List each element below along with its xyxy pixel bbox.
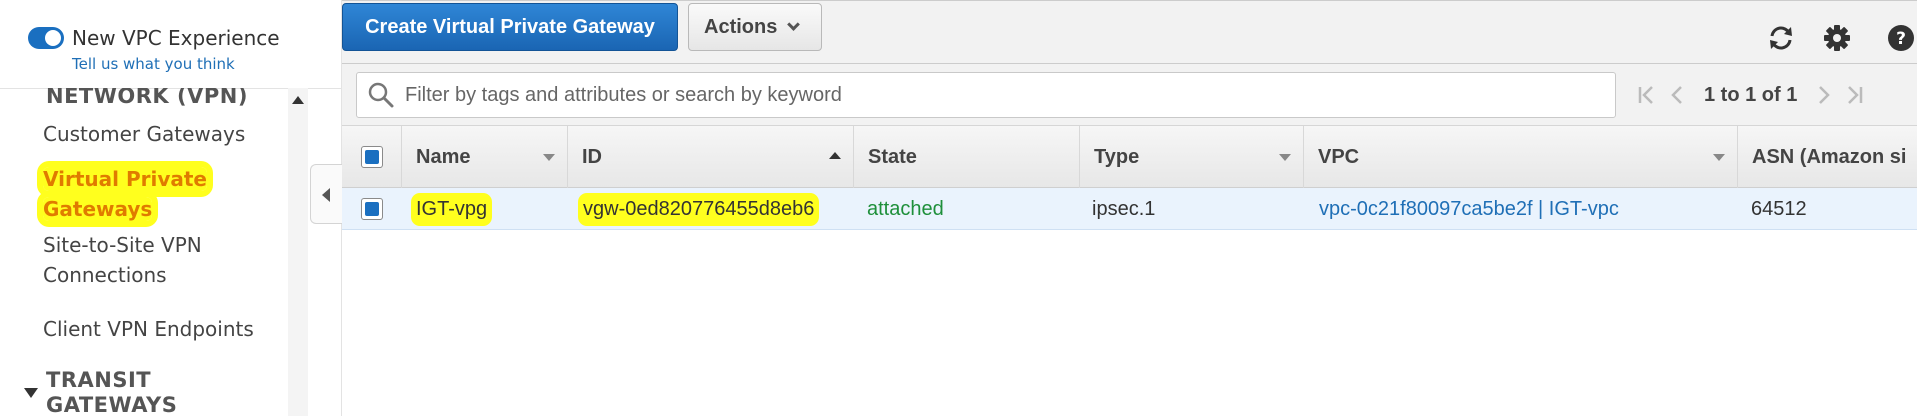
sidebar-scrollbar[interactable] bbox=[288, 88, 308, 416]
help-icon[interactable]: ? bbox=[1886, 23, 1916, 53]
row-select-cell bbox=[342, 188, 402, 230]
collapse-sidebar-button[interactable] bbox=[310, 164, 342, 224]
table-row[interactable]: IGT-vpg vgw-0ed820776455d8eb6 attached i… bbox=[342, 188, 1917, 230]
actions-label: Actions bbox=[704, 15, 778, 38]
vpc-experience-row: New VPC Experience bbox=[28, 26, 280, 50]
sidebar-item-label: Gateways bbox=[43, 197, 153, 221]
row-checkbox[interactable] bbox=[361, 198, 383, 220]
sidebar-nav: NETWORK (VPN) Customer Gateways Virtual … bbox=[0, 88, 288, 416]
column-label: Name bbox=[416, 145, 471, 168]
vpc-experience-label: New VPC Experience bbox=[72, 26, 280, 50]
search-icon bbox=[368, 82, 394, 108]
filter-row: 1 to 1 of 1 bbox=[342, 64, 1917, 126]
chevron-down-icon bbox=[787, 17, 801, 31]
main-content: Create Virtual Private Gateway Actions ? bbox=[342, 0, 1917, 416]
nav-section-transit[interactable]: TRANSIT GATEWAYS bbox=[46, 368, 177, 416]
scroll-up-icon[interactable] bbox=[292, 96, 304, 104]
sidebar-item-site-to-site-vpn[interactable]: Site-to-Site VPN Connections bbox=[43, 230, 268, 290]
column-header-id[interactable]: ID bbox=[568, 126, 854, 188]
sidebar: New VPC Experience Tell us what you thin… bbox=[0, 0, 342, 416]
toolbar: Create Virtual Private Gateway Actions ? bbox=[342, 0, 1917, 64]
cell-type: ipsec.1 bbox=[1092, 197, 1156, 220]
vpc-experience-toggle[interactable] bbox=[28, 27, 64, 49]
sidebar-item-label: Virtual Private bbox=[43, 167, 207, 191]
column-label: ASN (Amazon si bbox=[1752, 145, 1907, 168]
pagination-text: 1 to 1 of 1 bbox=[1704, 83, 1798, 106]
cell-asn: 64512 bbox=[1751, 197, 1807, 220]
select-all-cell bbox=[342, 126, 402, 188]
next-page-icon[interactable] bbox=[1809, 80, 1839, 110]
refresh-icon[interactable] bbox=[1766, 23, 1796, 53]
cell-id: vgw-0ed820776455d8eb6 bbox=[583, 188, 815, 230]
sort-icon bbox=[1279, 154, 1291, 161]
column-label: State bbox=[868, 145, 917, 168]
sidebar-item-label: Connections bbox=[43, 263, 167, 287]
svg-text:?: ? bbox=[1896, 29, 1906, 49]
first-page-icon[interactable] bbox=[1632, 80, 1662, 110]
search-box[interactable] bbox=[356, 72, 1616, 118]
gateway-name: IGT-vpg bbox=[416, 197, 488, 221]
search-input[interactable] bbox=[403, 82, 1583, 108]
column-header-state[interactable]: State bbox=[854, 126, 1080, 188]
feedback-link[interactable]: Tell us what you think bbox=[72, 55, 235, 73]
nav-section-transit-line2: GATEWAYS bbox=[46, 393, 178, 416]
pagination: 1 to 1 of 1 bbox=[1632, 78, 1869, 112]
column-header-asn[interactable]: ASN (Amazon si bbox=[1738, 126, 1917, 188]
actions-button[interactable]: Actions bbox=[688, 3, 822, 51]
column-header-vpc[interactable]: VPC bbox=[1304, 126, 1738, 188]
sidebar-item-client-vpn-endpoints[interactable]: Client VPN Endpoints bbox=[43, 314, 268, 344]
table-header: Name ID State Type VPC ASN (Amazon si bbox=[342, 126, 1917, 188]
previous-page-icon[interactable] bbox=[1662, 80, 1692, 110]
nav-section-transit-line1: TRANSIT bbox=[46, 368, 152, 392]
nav-section-vpn: NETWORK (VPN) bbox=[46, 88, 248, 108]
cell-name: IGT-vpg bbox=[416, 188, 488, 230]
sort-ascending-icon bbox=[829, 152, 841, 159]
gear-icon[interactable] bbox=[1822, 23, 1852, 53]
column-label: ID bbox=[582, 145, 602, 168]
vpc-link[interactable]: vpc-0c21f80097ca5be2f | IGT-vpc bbox=[1319, 188, 1619, 230]
sort-icon bbox=[543, 154, 555, 161]
last-page-icon[interactable] bbox=[1839, 80, 1869, 110]
column-label: Type bbox=[1094, 145, 1140, 168]
cell-state: attached bbox=[867, 197, 944, 220]
create-virtual-private-gateway-button[interactable]: Create Virtual Private Gateway bbox=[342, 3, 678, 51]
sidebar-item-customer-gateways[interactable]: Customer Gateways bbox=[43, 119, 268, 149]
select-all-checkbox[interactable] bbox=[360, 146, 383, 168]
column-header-type[interactable]: Type bbox=[1080, 126, 1304, 188]
sort-icon bbox=[1713, 154, 1725, 161]
column-label: VPC bbox=[1318, 145, 1360, 168]
column-header-name[interactable]: Name bbox=[402, 126, 568, 188]
gateway-id: vgw-0ed820776455d8eb6 bbox=[583, 197, 815, 221]
sidebar-item-label: Site-to-Site VPN bbox=[43, 233, 202, 257]
chevron-left-icon bbox=[322, 188, 330, 202]
caret-down-icon[interactable] bbox=[24, 388, 38, 398]
sidebar-item-virtual-private-gateways[interactable]: Virtual Private Gateways bbox=[43, 164, 268, 224]
